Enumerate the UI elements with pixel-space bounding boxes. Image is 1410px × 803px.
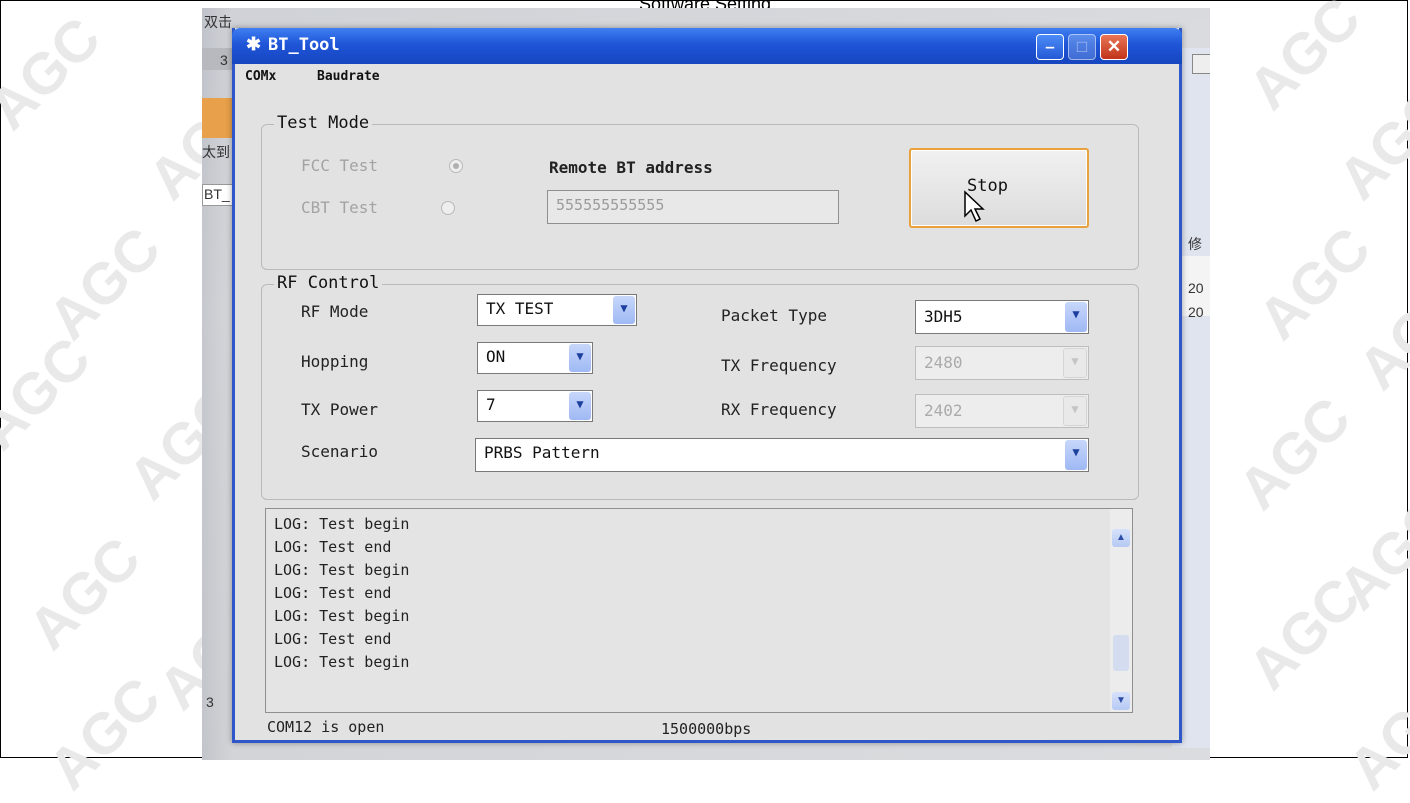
close-icon: ✕	[1106, 37, 1122, 56]
chevron-down-icon: ▼	[1065, 302, 1087, 332]
log-lines: LOG: Test begin LOG: Test end LOG: Test be…	[274, 513, 409, 674]
cbt-test-label: CBT Test	[301, 198, 379, 217]
rx-frequency-label: RX Frequency	[721, 400, 837, 419]
background-text-fragment: 双击	[204, 14, 232, 30]
test-mode-legend: Test Mode	[274, 113, 373, 133]
fcc-test-radio[interactable]	[449, 159, 463, 173]
tx-frequency-label: TX Frequency	[721, 356, 837, 375]
packet-type-label: Packet Type	[721, 306, 827, 325]
background-text-fragment: 修	[1188, 236, 1202, 252]
rx-frequency-value: 2402	[924, 401, 963, 420]
tx-power-select[interactable]: 7 ▼	[477, 390, 593, 422]
port-status: COM12 is open	[267, 718, 385, 736]
mouse-pointer-icon	[964, 190, 985, 223]
bluetooth-icon: ✱	[246, 34, 262, 54]
rf-mode-select[interactable]: TX TEST ▼	[477, 294, 637, 326]
scroll-up-icon[interactable]: ▲	[1112, 529, 1130, 547]
log-line: LOG: Test begin	[274, 607, 410, 625]
stop-button[interactable]: Stop	[909, 148, 1089, 228]
rf-control-legend: RF Control	[274, 273, 383, 293]
log-output[interactable]: LOG: Test begin LOG: Test end LOG: Test be…	[265, 508, 1133, 713]
tx-power-label: TX Power	[301, 400, 379, 419]
maximize-button[interactable]: □	[1068, 34, 1096, 60]
tx-power-value: 7	[486, 395, 496, 414]
packet-type-value: 3DH5	[924, 307, 963, 326]
packet-type-select[interactable]: 3DH5 ▼	[915, 300, 1089, 334]
background-text-fragment: 3	[220, 52, 228, 68]
log-line: LOG: Test begin	[274, 653, 410, 671]
background-text-fragment: 20	[1188, 304, 1204, 320]
scenario-value: PRBS Pattern	[484, 443, 600, 462]
cbt-test-radio[interactable]	[441, 201, 455, 215]
scroll-thumb[interactable]	[1113, 635, 1129, 671]
scenario-select[interactable]: PRBS Pattern ▼	[475, 438, 1089, 472]
rx-frequency-select[interactable]: 2402 ▼	[915, 394, 1089, 428]
log-scrollbar[interactable]: ▲ ▼	[1110, 509, 1132, 712]
menu-bar: COMx Baudrate	[235, 64, 1179, 88]
log-line: LOG: Test begin	[274, 561, 410, 579]
chevron-down-icon: ▼	[569, 392, 591, 420]
hopping-select[interactable]: ON ▼	[477, 342, 593, 374]
scenario-label: Scenario	[301, 442, 379, 461]
chevron-down-icon: ▼	[1065, 440, 1087, 470]
background-control-box	[1192, 54, 1210, 74]
minimize-button[interactable]: –	[1036, 34, 1064, 60]
log-line: LOG: Test begin	[274, 515, 410, 533]
chevron-down-icon: ▼	[569, 344, 591, 372]
background-text-fragment: 太到	[202, 144, 230, 160]
background-orange-tab	[202, 98, 232, 138]
tx-frequency-value: 2480	[924, 353, 963, 372]
scroll-down-icon[interactable]: ▼	[1112, 692, 1130, 710]
remote-bt-address-field[interactable]: 555555555555	[547, 190, 839, 224]
status-bar: COM12 is open 1500000bps	[265, 714, 1133, 738]
hopping-label: Hopping	[301, 352, 369, 371]
title-bar[interactable]: ✱ BT_Tool – □ ✕	[232, 28, 1182, 64]
hopping-value: ON	[486, 347, 506, 366]
close-button[interactable]: ✕	[1100, 34, 1128, 60]
rf-mode-label: RF Mode	[301, 302, 369, 321]
background-text-fragment: BT_	[204, 186, 230, 202]
rf-mode-value: TX TEST	[486, 299, 554, 318]
log-line: LOG: Test end	[274, 538, 392, 556]
fcc-test-label: FCC Test	[301, 156, 379, 175]
background-text-fragment: 3	[206, 694, 214, 710]
menu-baudrate[interactable]: Baudrate	[317, 69, 380, 84]
log-line: LOG: Test end	[274, 584, 392, 602]
remote-bt-address-label: Remote BT address	[549, 158, 713, 177]
bt-tool-window: ✱ BT_Tool – □ ✕ COMx Baudrate Test Mode …	[232, 28, 1182, 743]
maximize-icon: □	[1076, 37, 1088, 56]
window-title: BT_Tool	[268, 35, 340, 55]
chevron-down-icon: ▼	[1063, 348, 1087, 378]
background-text-fragment: 20	[1188, 280, 1204, 296]
tx-frequency-select[interactable]: 2480 ▼	[915, 346, 1089, 380]
log-line: LOG: Test end	[274, 630, 392, 648]
chevron-down-icon: ▼	[1063, 396, 1087, 426]
baud-status: 1500000bps	[661, 720, 752, 738]
minimize-icon: –	[1045, 37, 1055, 56]
menu-comx[interactable]: COMx	[245, 69, 276, 84]
chevron-down-icon: ▼	[613, 296, 635, 324]
